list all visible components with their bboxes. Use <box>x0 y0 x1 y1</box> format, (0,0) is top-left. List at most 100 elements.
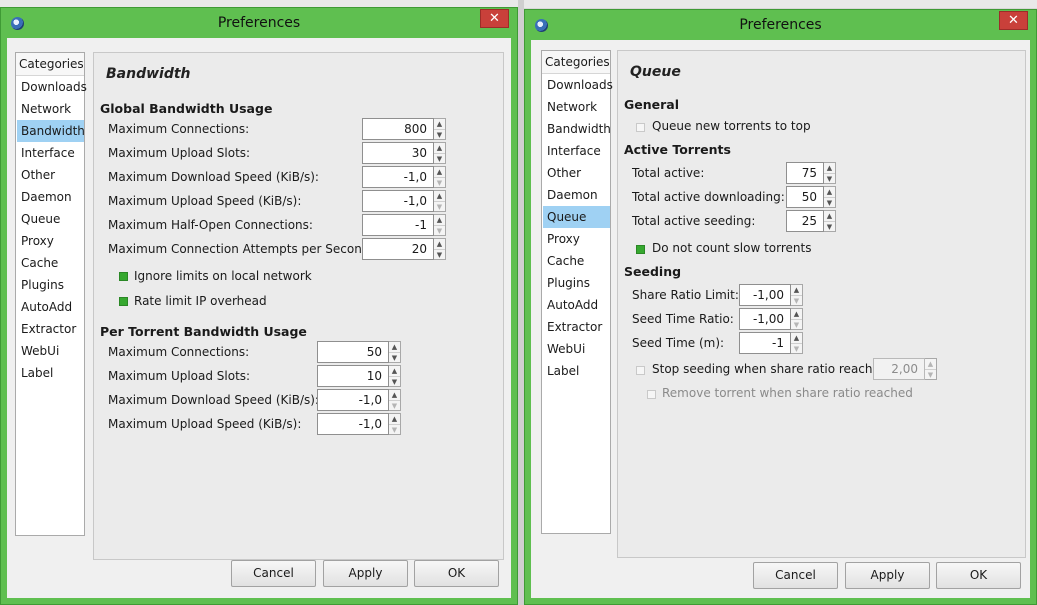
global-max-upload-slots-spinner[interactable]: 30 ▲ ▼ <box>362 142 446 164</box>
total-active-seeding-input[interactable]: 25 <box>786 210 824 232</box>
apply-button[interactable]: Apply <box>323 560 408 587</box>
sidebar-item-cache[interactable]: Cache <box>543 250 610 272</box>
sidebar-item-extractor[interactable]: Extractor <box>17 318 84 340</box>
share-ratio-limit-input[interactable]: -1,00 <box>739 284 791 306</box>
queue-new-top-checkbox[interactable] <box>636 123 645 132</box>
global-max-connection-attempts-spinner[interactable]: 20 ▲ ▼ <box>362 238 446 260</box>
sidebar-item-proxy[interactable]: Proxy <box>543 228 610 250</box>
sidebar-item-daemon[interactable]: Daemon <box>543 184 610 206</box>
global-max-download-speed-spinner[interactable]: -1,0 ▲ ▼ <box>362 166 446 188</box>
pt-max-connections-spinner[interactable]: 50 ▲ ▼ <box>317 341 401 363</box>
dont-count-slow-label[interactable]: Do not count slow torrents <box>652 241 811 255</box>
apply-button[interactable]: Apply <box>845 562 930 589</box>
spin-up-icon[interactable]: ▲ <box>791 309 802 319</box>
sidebar-item-downloads[interactable]: Downloads <box>543 74 613 96</box>
remove-torrent-label[interactable]: Remove torrent when share ratio reached <box>662 386 913 400</box>
sidebar-item-queue[interactable]: Queue <box>543 206 610 228</box>
spin-down-icon[interactable]: ▼ <box>389 352 400 363</box>
sidebar-item-bandwidth[interactable]: Bandwidth <box>17 120 85 142</box>
sidebar-item-proxy[interactable]: Proxy <box>17 230 84 252</box>
spin-up-icon[interactable]: ▲ <box>434 215 445 225</box>
ignore-limits-checkbox[interactable] <box>119 272 128 281</box>
seed-time-spinner[interactable]: -1 ▲ ▼ <box>739 332 803 354</box>
close-button[interactable]: ✕ <box>480 9 509 28</box>
sidebar-item-plugins[interactable]: Plugins <box>543 272 610 294</box>
spin-up-icon[interactable]: ▲ <box>434 167 445 177</box>
ok-button[interactable]: OK <box>414 560 499 587</box>
ignore-limits-label[interactable]: Ignore limits on local network <box>134 269 312 283</box>
sidebar-item-interface[interactable]: Interface <box>543 140 610 162</box>
stop-seeding-checkbox[interactable] <box>636 366 645 375</box>
stop-seeding-ratio-input[interactable]: 2,00 <box>873 358 925 380</box>
sidebar-item-interface[interactable]: Interface <box>17 142 84 164</box>
categories-list[interactable]: Categories Downloads Network Bandwidth Inte… <box>15 52 87 536</box>
pt-max-upload-slots-input[interactable]: 10 <box>317 365 389 387</box>
total-active-input[interactable]: 75 <box>786 162 824 184</box>
spin-down-icon[interactable]: ▼ <box>389 400 400 411</box>
pt-max-upload-speed-spinner[interactable]: -1,0 ▲ ▼ <box>317 413 401 435</box>
sidebar-item-extractor[interactable]: Extractor <box>543 316 610 338</box>
sidebar-item-autoadd[interactable]: AutoAdd <box>543 294 610 316</box>
cancel-button[interactable]: Cancel <box>753 562 838 589</box>
sidebar-item-network[interactable]: Network <box>543 96 610 118</box>
global-max-half-open-input[interactable]: -1 <box>362 214 434 236</box>
sidebar-item-cache[interactable]: Cache <box>17 252 84 274</box>
global-max-download-speed-input[interactable]: -1,0 <box>362 166 434 188</box>
spin-up-icon[interactable]: ▲ <box>434 143 445 153</box>
spin-down-icon[interactable]: ▼ <box>434 153 445 164</box>
sidebar-item-other[interactable]: Other <box>17 164 84 186</box>
total-active-spinner[interactable]: 75 ▲ ▼ <box>786 162 836 184</box>
total-active-downloading-spinner[interactable]: 50 ▲ ▼ <box>786 186 836 208</box>
pt-max-upload-slots-spinner[interactable]: 10 ▲ ▼ <box>317 365 401 387</box>
queue-new-top-label[interactable]: Queue new torrents to top <box>652 119 811 133</box>
global-max-upload-speed-spinner[interactable]: -1,0 ▲ ▼ <box>362 190 446 212</box>
global-max-connections-spinner[interactable]: 800 ▲ ▼ <box>362 118 446 140</box>
sidebar-item-webui[interactable]: WebUi <box>543 338 610 360</box>
sidebar-item-daemon[interactable]: Daemon <box>17 186 84 208</box>
global-max-upload-slots-input[interactable]: 30 <box>362 142 434 164</box>
sidebar-item-webui[interactable]: WebUi <box>17 340 84 362</box>
spin-down-icon[interactable]: ▼ <box>791 295 802 306</box>
ok-button[interactable]: OK <box>936 562 1021 589</box>
sidebar-item-autoadd[interactable]: AutoAdd <box>17 296 84 318</box>
spin-up-icon[interactable]: ▲ <box>824 187 835 197</box>
global-max-half-open-spinner[interactable]: -1 ▲ ▼ <box>362 214 446 236</box>
cancel-button[interactable]: Cancel <box>231 560 316 587</box>
rate-limit-ip-checkbox[interactable] <box>119 297 128 306</box>
spin-down-icon[interactable]: ▼ <box>791 319 802 330</box>
stop-seeding-label[interactable]: Stop seeding when share ratio reaches: <box>652 362 890 376</box>
global-max-connections-input[interactable]: 800 <box>362 118 434 140</box>
spin-up-icon[interactable]: ▲ <box>389 414 400 424</box>
total-active-downloading-input[interactable]: 50 <box>786 186 824 208</box>
seed-time-ratio-input[interactable]: -1,00 <box>739 308 791 330</box>
remove-torrent-checkbox[interactable] <box>647 390 656 399</box>
seed-time-ratio-spinner[interactable]: -1,00 ▲ ▼ <box>739 308 803 330</box>
sidebar-item-label[interactable]: Label <box>17 362 84 384</box>
categories-list[interactable]: Categories Downloads Network Bandwidth Inte… <box>541 50 613 534</box>
spin-up-icon[interactable]: ▲ <box>434 191 445 201</box>
pt-max-download-speed-spinner[interactable]: -1,0 ▲ ▼ <box>317 389 401 411</box>
spin-down-icon[interactable]: ▼ <box>824 221 835 232</box>
spin-down-icon[interactable]: ▼ <box>925 369 936 380</box>
spin-down-icon[interactable]: ▼ <box>824 173 835 184</box>
title-bar[interactable]: Preferences ✕ <box>525 10 1036 40</box>
sidebar-item-queue[interactable]: Queue <box>17 208 84 230</box>
global-max-connection-attempts-input[interactable]: 20 <box>362 238 434 260</box>
spin-down-icon[interactable]: ▼ <box>434 249 445 260</box>
pt-max-connections-input[interactable]: 50 <box>317 341 389 363</box>
pt-max-upload-speed-input[interactable]: -1,0 <box>317 413 389 435</box>
spin-up-icon[interactable]: ▲ <box>389 342 400 352</box>
sidebar-item-label[interactable]: Label <box>543 360 610 382</box>
spin-down-icon[interactable]: ▼ <box>389 424 400 435</box>
spin-down-icon[interactable]: ▼ <box>389 376 400 387</box>
sidebar-item-plugins[interactable]: Plugins <box>17 274 84 296</box>
seed-time-input[interactable]: -1 <box>739 332 791 354</box>
spin-down-icon[interactable]: ▼ <box>434 225 445 236</box>
spin-up-icon[interactable]: ▲ <box>791 333 802 343</box>
spin-up-icon[interactable]: ▲ <box>434 119 445 129</box>
global-max-upload-speed-input[interactable]: -1,0 <box>362 190 434 212</box>
share-ratio-limit-spinner[interactable]: -1,00 ▲ ▼ <box>739 284 803 306</box>
total-active-seeding-spinner[interactable]: 25 ▲ ▼ <box>786 210 836 232</box>
spin-up-icon[interactable]: ▲ <box>824 163 835 173</box>
spin-up-icon[interactable]: ▲ <box>791 285 802 295</box>
